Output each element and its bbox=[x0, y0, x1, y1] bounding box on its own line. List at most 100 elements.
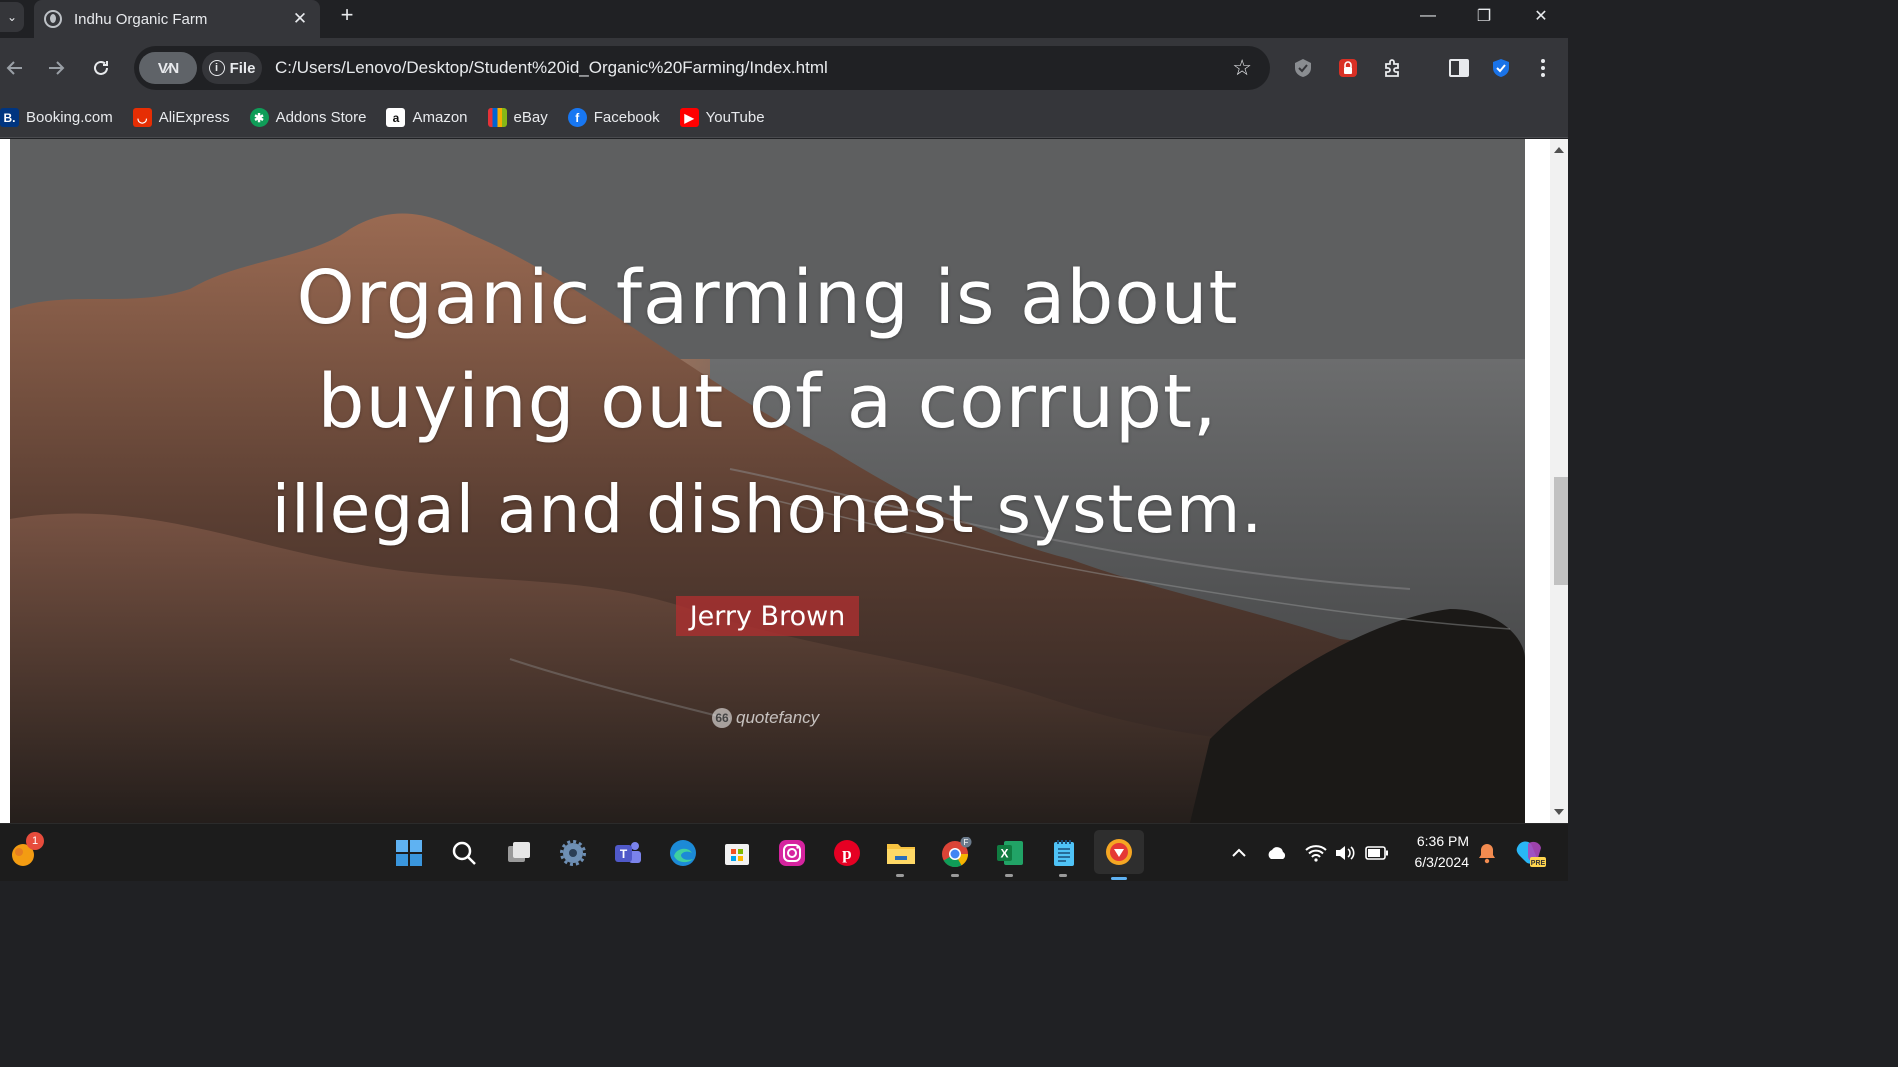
new-tab-button[interactable]: + bbox=[336, 4, 358, 26]
site-info-button[interactable]: i File bbox=[202, 52, 262, 84]
side-panel-icon[interactable] bbox=[1447, 56, 1471, 80]
bookmark-label: AliExpress bbox=[158, 109, 230, 126]
page-viewport: Organic farming is about buying out of a… bbox=[0, 139, 1568, 823]
windows-start-icon bbox=[396, 840, 422, 866]
info-icon: i bbox=[208, 60, 225, 76]
instagram-icon bbox=[779, 840, 805, 866]
instagram-button[interactable] bbox=[774, 835, 810, 871]
excel-button[interactable]: X bbox=[992, 835, 1028, 877]
active-indicator bbox=[1111, 877, 1127, 880]
chrome-icon: F bbox=[942, 837, 972, 868]
forward-button[interactable] bbox=[41, 53, 71, 83]
task-view-icon bbox=[508, 842, 530, 862]
menu-kebab-icon[interactable] bbox=[1531, 56, 1555, 80]
task-view-button[interactable] bbox=[501, 835, 537, 871]
bookmark-label: Booking.com bbox=[26, 109, 113, 126]
bookmark-addons-store[interactable]: ✱ Addons Store bbox=[249, 108, 367, 127]
bookmark-star-icon[interactable]: ☆ bbox=[1232, 55, 1252, 81]
tab-close-icon[interactable]: ✕ bbox=[290, 9, 310, 29]
bookmark-youtube[interactable]: ▶ YouTube bbox=[679, 108, 765, 127]
bookmark-ebay[interactable]: eBay bbox=[487, 108, 548, 127]
minimize-button[interactable]: — bbox=[1405, 2, 1451, 30]
copilot-button[interactable]: PRE bbox=[1512, 835, 1548, 871]
extensions-puzzle-icon[interactable] bbox=[1381, 56, 1405, 80]
running-indicator bbox=[1005, 874, 1013, 877]
back-button[interactable] bbox=[0, 53, 30, 83]
bookmark-label: Facebook bbox=[593, 109, 660, 126]
quote-line-3: illegal and dishonest system. bbox=[271, 471, 1264, 548]
show-hidden-icons-button[interactable] bbox=[1221, 835, 1257, 871]
volume-button[interactable] bbox=[1327, 835, 1363, 871]
tab-title: Indhu Organic Farm bbox=[74, 10, 208, 28]
scroll-down-arrow-icon[interactable] bbox=[1554, 809, 1564, 815]
search-button[interactable] bbox=[446, 835, 482, 871]
shield-extension-icon[interactable] bbox=[1291, 56, 1315, 80]
scroll-thumb[interactable] bbox=[1554, 477, 1568, 585]
bookmark-booking-com[interactable]: B. Booking.com bbox=[0, 108, 113, 127]
tab-strip: ⌄ Indhu Organic Farm ✕ + — ❐ ✕ bbox=[0, 0, 1568, 38]
bookmark-aliexpress[interactable]: ◡ AliExpress bbox=[132, 108, 230, 127]
address-bar[interactable]: V⁄N i File C:/Users/Lenovo/Desktop/Stude… bbox=[134, 46, 1270, 90]
running-indicator bbox=[896, 874, 904, 877]
bookmark-label: Addons Store bbox=[275, 109, 367, 126]
forward-arrow-icon bbox=[49, 61, 65, 75]
notification-app-button[interactable]: 1 bbox=[6, 832, 44, 871]
running-indicator bbox=[1059, 874, 1067, 877]
notepad-icon bbox=[1054, 840, 1074, 866]
clock-time[interactable]: 6:36 PM bbox=[1395, 833, 1469, 849]
url-text[interactable]: C:/Users/Lenovo/Desktop/Student%20id_Org… bbox=[275, 58, 828, 78]
copilot-pre-badge: PRE bbox=[1531, 860, 1546, 867]
notepad-button[interactable] bbox=[1046, 835, 1082, 877]
profile-check-icon[interactable] bbox=[1489, 56, 1513, 80]
svg-text:T: T bbox=[620, 847, 628, 861]
close-window-button[interactable]: ✕ bbox=[1518, 2, 1564, 30]
onedrive-button[interactable] bbox=[1259, 835, 1295, 871]
amazon-icon: a bbox=[386, 108, 406, 127]
pinterest-button[interactable]: p bbox=[829, 835, 865, 871]
watermark-text: quotefancy bbox=[736, 708, 820, 727]
running-indicator bbox=[951, 874, 959, 877]
chevron-up-icon bbox=[1232, 848, 1246, 857]
youtube-icon: ▶ bbox=[679, 108, 699, 127]
file-explorer-button[interactable] bbox=[883, 835, 919, 877]
vpn-browser-icon bbox=[1106, 839, 1132, 865]
chrome-profile-letter: F bbox=[964, 838, 969, 847]
battery-button[interactable] bbox=[1359, 835, 1395, 871]
page-scrollbar[interactable] bbox=[1550, 139, 1568, 823]
restore-button[interactable]: ❐ bbox=[1461, 2, 1507, 30]
file-explorer-icon bbox=[887, 844, 915, 864]
teams-button[interactable]: T bbox=[610, 835, 646, 871]
microsoft-store-button[interactable] bbox=[719, 835, 755, 871]
copilot-icon: PRE bbox=[1516, 841, 1546, 867]
lock-extension-icon[interactable] bbox=[1336, 56, 1360, 80]
chrome-button[interactable]: F bbox=[938, 835, 974, 877]
quote-hero-image: Organic farming is about buying out of a… bbox=[10, 139, 1525, 823]
active-browser-button[interactable] bbox=[1094, 830, 1144, 880]
excel-icon: X bbox=[997, 841, 1023, 865]
addons-store-icon: ✱ bbox=[249, 108, 269, 127]
edge-icon bbox=[670, 840, 696, 866]
notifications-button[interactable] bbox=[1469, 835, 1505, 871]
bookmark-label: Amazon bbox=[412, 109, 468, 126]
bookmark-facebook[interactable]: f Facebook bbox=[567, 108, 660, 127]
windows-taskbar: 1 T p F X 6:36 PM 6/3/2024 PRE bbox=[0, 823, 1568, 881]
vpn-button[interactable]: V⁄N bbox=[139, 52, 197, 84]
settings-button[interactable] bbox=[555, 835, 591, 871]
clock-date[interactable]: 6/3/2024 bbox=[1395, 854, 1470, 870]
tab-search-chevron-icon[interactable]: ⌄ bbox=[0, 2, 24, 32]
booking-icon: B. bbox=[0, 108, 19, 127]
edge-button[interactable] bbox=[665, 835, 701, 871]
quote-mark-icon: 66 bbox=[712, 708, 732, 728]
teams-icon: T bbox=[615, 842, 641, 863]
tab-active[interactable]: Indhu Organic Farm ✕ bbox=[34, 0, 320, 38]
excel-letter: X bbox=[1000, 847, 1008, 861]
reload-button[interactable] bbox=[86, 53, 116, 83]
search-icon bbox=[452, 841, 476, 865]
bookmarks-bar: B. Booking.com ◡ AliExpress ✱ Addons Store a Am… bbox=[0, 98, 1568, 138]
reload-icon bbox=[94, 60, 108, 75]
quote-line-2: buying out of a corrupt, bbox=[317, 359, 1218, 445]
windows-start-button[interactable] bbox=[391, 835, 427, 871]
browser-toolbar: V⁄N i File C:/Users/Lenovo/Desktop/Stude… bbox=[0, 38, 1568, 98]
bookmark-amazon[interactable]: a Amazon bbox=[386, 108, 468, 127]
scroll-up-arrow-icon[interactable] bbox=[1554, 147, 1564, 153]
